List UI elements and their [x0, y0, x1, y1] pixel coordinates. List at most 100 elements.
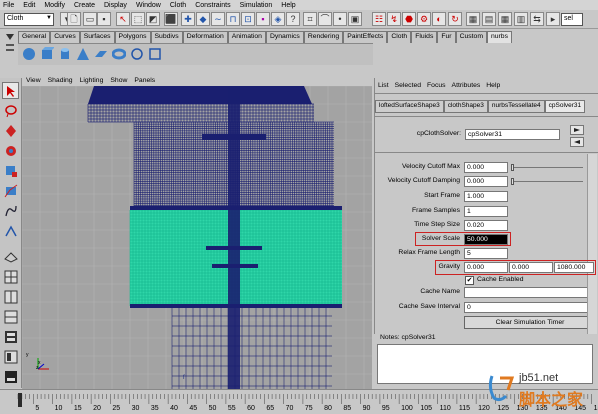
manipulator-tool-icon[interactable] — [2, 182, 19, 199]
rotate-tool-icon[interactable] — [2, 142, 19, 159]
select-by-hierarchy-icon[interactable]: ↖ — [116, 12, 130, 26]
shelf-tab-deformation[interactable]: Deformation — [182, 31, 228, 43]
viewport-menu-view[interactable]: View — [26, 77, 41, 84]
four-pane-layout-icon[interactable] — [2, 268, 19, 285]
attr-field[interactable]: 0.000 — [464, 176, 508, 187]
ae-menu-selected[interactable]: Selected — [395, 82, 421, 92]
shelf-tab-fur[interactable]: Fur — [437, 31, 456, 43]
attr-field[interactable]: 1.000 — [464, 191, 508, 202]
attr-field[interactable]: 0.020 — [464, 220, 508, 231]
ae-tab-cpsolver31[interactable]: cpSolver31 — [544, 100, 586, 113]
menu-help[interactable]: Help — [281, 2, 295, 9]
history-icon[interactable]: ↻ — [448, 12, 462, 26]
plane-icon[interactable] — [94, 47, 108, 61]
attr-slider[interactable] — [511, 167, 583, 168]
sphere-icon[interactable] — [22, 47, 36, 61]
cube-icon[interactable] — [40, 47, 54, 61]
cache-name-field[interactable] — [464, 287, 596, 298]
stacked-layout-icon[interactable] — [2, 308, 19, 325]
shelf-tab-animation[interactable]: Animation — [227, 31, 266, 43]
tool-settings-toggle-icon[interactable]: ▦ — [498, 12, 512, 26]
selection-field[interactable]: sel — [561, 13, 583, 26]
lasso-tool-icon[interactable] — [2, 102, 19, 119]
attr-field[interactable]: 1 — [464, 206, 508, 217]
select-misc-icon[interactable]: ? — [286, 12, 300, 26]
menu-modify[interactable]: Modify — [44, 2, 65, 9]
perspective-viewport[interactable]: f x y z — [22, 86, 372, 389]
presets-icon[interactable] — [570, 137, 584, 147]
save-scene-icon[interactable]: ▪ — [97, 12, 111, 26]
script-editor-layout-icon[interactable] — [2, 368, 19, 385]
layer-editor-toggle-icon[interactable]: ▥ — [514, 12, 528, 26]
shelf-tab-painteffects[interactable]: PaintEffects — [343, 31, 388, 43]
render-icon[interactable]: ↯ — [387, 12, 401, 26]
menu-window[interactable]: Window — [136, 2, 161, 9]
shelf-tab-fluids[interactable]: Fluids — [411, 31, 438, 43]
menu-file[interactable]: File — [3, 2, 14, 9]
attribute-editor-toggle-icon[interactable]: ▤ — [482, 12, 496, 26]
attr-field[interactable]: 5 — [464, 248, 508, 259]
cache-save-interval-field[interactable]: 0 — [464, 302, 596, 313]
hypershade-layout-icon[interactable] — [2, 348, 19, 365]
scale-tool-icon[interactable] — [2, 162, 19, 179]
attribute-scrollbar[interactable] — [587, 154, 597, 334]
select-surfaces-icon[interactable]: ⊓ — [226, 12, 240, 26]
torus-icon[interactable] — [112, 47, 126, 61]
shelf-tab-curves[interactable]: Curves — [50, 31, 80, 43]
last-tool-icon[interactable] — [2, 222, 19, 239]
two-pane-layout-icon[interactable] — [2, 288, 19, 305]
viewport-menu-shading[interactable]: Shading — [48, 77, 73, 84]
viewport-menu-lighting[interactable]: Lighting — [80, 77, 104, 84]
open-scene-icon[interactable]: ▭ — [83, 12, 97, 26]
select-joints-icon[interactable]: ◆ — [196, 12, 210, 26]
select-mask-icon[interactable]: ⬛ — [164, 12, 178, 26]
clear-simulation-timer-button[interactable]: Clear Simulation Timer — [464, 316, 596, 329]
snap-point-icon[interactable]: • — [333, 12, 347, 26]
numeric-input-icon[interactable]: ▸ — [546, 12, 560, 26]
shelf-tab-surfaces[interactable]: Surfaces — [79, 31, 115, 43]
curve-tool-icon[interactable] — [2, 202, 19, 219]
snap-curve-icon[interactable]: ⌒ — [318, 12, 332, 26]
shelf-tab-custom[interactable]: Custom — [455, 31, 487, 43]
viewport-menu-panels[interactable]: Panels — [134, 77, 155, 84]
menu-create[interactable]: Create — [74, 2, 95, 9]
slider-handle[interactable] — [511, 164, 514, 171]
ae-menu-attributes[interactable]: Attributes — [452, 82, 481, 92]
hypershade-icon[interactable]: ◐ — [432, 12, 446, 26]
shelf-tab-cloth[interactable]: Cloth — [387, 31, 412, 43]
ae-menu-list[interactable]: List — [378, 82, 389, 92]
input-line-icon[interactable]: ⇆ — [530, 12, 544, 26]
select-tool-icon[interactable] — [2, 82, 19, 99]
ae-tab-loftedsurfaceshape3[interactable]: loftedSurfaceShape3 — [375, 100, 444, 113]
snap-view-plane-icon[interactable]: ▣ — [348, 12, 362, 26]
select-dynamics-icon[interactable]: ▪ — [256, 12, 270, 26]
construction-history-icon[interactable]: ☷ — [372, 12, 386, 26]
menu-simulation[interactable]: Simulation — [240, 2, 273, 9]
shelf-tab-general[interactable]: General — [18, 31, 51, 43]
menu-cloth[interactable]: Cloth — [170, 2, 186, 9]
select-by-component-icon[interactable]: ◩ — [146, 12, 160, 26]
render-settings-icon[interactable]: ⚙ — [417, 12, 431, 26]
shelf-tab-polygons[interactable]: Polygons — [114, 31, 151, 43]
select-by-object-icon[interactable]: ⬚ — [131, 12, 145, 26]
ae-menu-focus[interactable]: Focus — [427, 82, 446, 92]
node-name-field[interactable]: cpSolver31 — [465, 129, 560, 140]
shelf-tab-nurbs[interactable]: nurbs — [486, 31, 512, 43]
shelf-tab-dynamics[interactable]: Dynamics — [265, 31, 304, 43]
attr-field[interactable]: 0.000 — [464, 162, 508, 173]
move-tool-icon[interactable] — [2, 122, 19, 139]
focus-icon[interactable] — [570, 125, 584, 135]
menu-display[interactable]: Display — [104, 2, 127, 9]
shelf-menu-icon[interactable] — [4, 32, 16, 62]
cylinder-icon[interactable] — [58, 47, 72, 61]
cache-enabled-checkbox[interactable]: ✔ — [465, 276, 474, 285]
channel-box-toggle-icon[interactable]: ▦ — [466, 12, 480, 26]
select-rendering-icon[interactable]: ◈ — [271, 12, 285, 26]
menu-constraints[interactable]: Constraints — [195, 2, 230, 9]
select-handles-icon[interactable]: ✚ — [181, 12, 195, 26]
attr-slider[interactable] — [511, 181, 583, 182]
menu-set-dropdown[interactable]: Cloth ▼ — [4, 13, 54, 26]
single-pane-layout-icon[interactable] — [2, 248, 19, 265]
slider-handle[interactable] — [511, 178, 514, 185]
ae-tab-clothshape3[interactable]: clothShape3 — [443, 100, 488, 113]
